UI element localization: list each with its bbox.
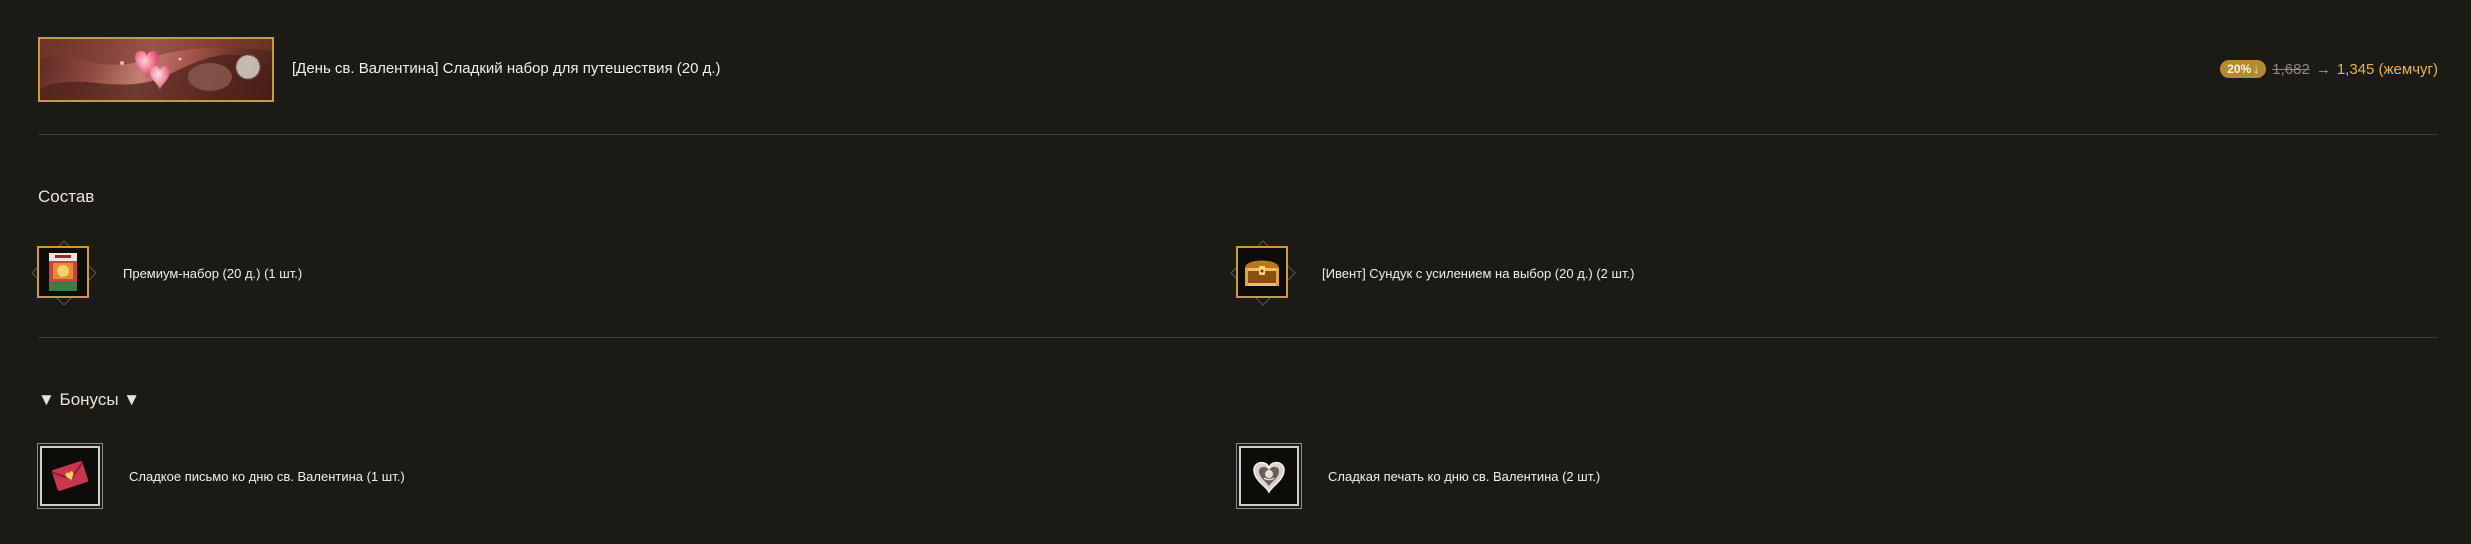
price-arrow-icon: → [2315,60,2331,78]
old-price: 1,682 [2272,60,2310,78]
discount-badge: 20% ↓ [2220,60,2267,78]
item-slot [1230,240,1296,306]
heart-seal-icon [1236,443,1302,509]
composition-item-chest[interactable]: [Ивент] Сундук с усилением на выбор (20 … [1230,240,1634,306]
composition-item-premium-pack[interactable]: Премиум-набор (20 д.) (1 шт.) [31,240,302,306]
price-block: 20% ↓ 1,682 → 1,345 (жемчуг) [2220,60,2438,78]
shop-item-detail: [День св. Валентина] Сладкий набор для п… [0,0,2471,544]
new-price: 1,345 (жемчуг) [2336,60,2438,78]
item-label: Премиум-набор (20 д.) (1 шт.) [123,265,303,281]
premium-pack-icon [37,246,89,298]
treasure-chest-icon [1236,246,1288,298]
bonus-item-valentine-letter[interactable]: Сладкое письмо ко дню св. Валентина (1 ш… [37,443,405,509]
item-slot [1236,443,1302,509]
item-label: Сладкая печать ко дню св. Валентина (2 ш… [1328,468,1601,484]
divider [38,337,2438,338]
item-label: [Ивент] Сундук с усилением на выбор (20 … [1322,265,1635,281]
valentine-banner-art [40,39,272,100]
product-row: [День св. Валентина] Сладкий набор для п… [38,37,2438,102]
item-slot [37,443,103,509]
discount-percent: 20% [2227,62,2252,76]
divider [38,134,2438,135]
composition-title: Состав [38,187,95,206]
product-title: [День св. Валентина] Сладкий набор для п… [292,60,721,77]
valentine-letter-icon [37,443,103,509]
item-slot [31,240,97,306]
product-banner-image [38,37,274,102]
bonuses-title[interactable]: ▼ Бонусы ▼ [38,390,140,410]
bonus-item-heart-seal[interactable]: Сладкая печать ко дню св. Валентина (2 ш… [1236,443,1600,509]
item-label: Сладкое письмо ко дню св. Валентина (1 ш… [129,468,405,484]
discount-down-arrow-icon: ↓ [2253,62,2260,76]
